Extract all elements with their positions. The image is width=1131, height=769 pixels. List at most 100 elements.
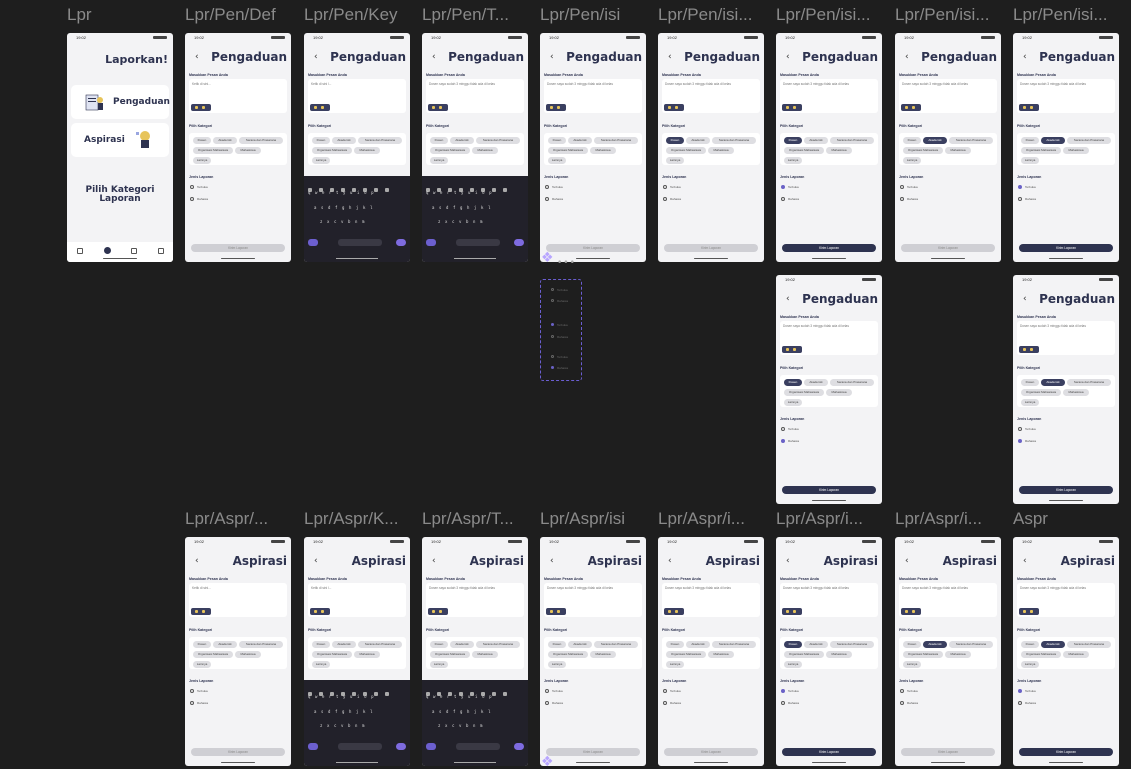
attachment-icon[interactable] bbox=[1019, 104, 1039, 111]
category-chip[interactable]: Mahasiswa bbox=[235, 651, 261, 658]
back-arrow-icon[interactable]: ‹ bbox=[314, 52, 318, 62]
attachment-icon[interactable] bbox=[191, 104, 211, 111]
category-chip[interactable]: Mahasiswa bbox=[472, 651, 498, 658]
category-chip[interactable]: Akademik bbox=[332, 641, 356, 648]
attachment-icon[interactable] bbox=[191, 608, 211, 615]
category-chip[interactable]: Organisasi Mahasiswa bbox=[430, 651, 470, 658]
category-chip[interactable]: Dosen bbox=[193, 641, 211, 648]
category-chip[interactable]: Sarana dan Prasarana bbox=[239, 641, 283, 648]
message-input[interactable]: Dosen saya sudah 3 minggu tidak ada di k… bbox=[1017, 583, 1115, 617]
message-input[interactable]: Dosen saya sudah 3 minggu tidak ada di k… bbox=[899, 583, 997, 617]
category-chip[interactable]: Dosen bbox=[903, 137, 921, 144]
category-chip[interactable]: Dosen bbox=[312, 641, 330, 648]
radio-rahasia[interactable] bbox=[1018, 197, 1022, 201]
category-chip[interactable]: Organisasi Mahasiswa bbox=[1021, 389, 1061, 396]
category-chip[interactable]: Dosen bbox=[903, 641, 921, 648]
attachment-icon[interactable] bbox=[782, 104, 802, 111]
category-chip[interactable]: Sarana dan Prasarana bbox=[476, 641, 520, 648]
category-chip[interactable]: Organisasi Mahasiswa bbox=[312, 147, 352, 154]
radio-rahasia[interactable] bbox=[1018, 701, 1022, 705]
key-row[interactable]: qwertyuiop bbox=[426, 694, 524, 701]
category-chip[interactable]: Lainnya bbox=[784, 157, 802, 164]
category-chip[interactable]: Lainnya bbox=[430, 661, 448, 668]
category-chip[interactable]: Dosen bbox=[1021, 641, 1039, 648]
message-input[interactable]: Ketik di sini l... bbox=[308, 583, 406, 617]
category-chip[interactable]: Akademik bbox=[686, 137, 710, 144]
attachment-icon[interactable] bbox=[1019, 608, 1039, 615]
category-chip[interactable]: Sarana dan Prasarana bbox=[239, 137, 283, 144]
back-arrow-icon[interactable]: ‹ bbox=[905, 52, 909, 62]
category-chip[interactable]: Lainnya bbox=[784, 399, 802, 406]
category-chip[interactable]: Akademik bbox=[213, 641, 237, 648]
profile-nav-icon[interactable] bbox=[158, 248, 164, 254]
category-chip[interactable]: Organisasi Mahasiswa bbox=[666, 147, 706, 154]
category-chip[interactable]: Dosen bbox=[784, 137, 802, 144]
attachment-icon[interactable] bbox=[546, 104, 566, 111]
radio-rahasia[interactable] bbox=[781, 197, 785, 201]
category-chip[interactable]: Lainnya bbox=[430, 157, 448, 164]
submit-button[interactable]: Kirim Laporan bbox=[191, 748, 285, 756]
key-row[interactable]: asdfghjkl bbox=[314, 709, 410, 716]
mode-key[interactable] bbox=[308, 239, 318, 246]
back-arrow-icon[interactable]: ‹ bbox=[550, 556, 554, 566]
category-chip[interactable]: Mahasiswa bbox=[354, 147, 380, 154]
category-chip[interactable]: Mahasiswa bbox=[945, 147, 971, 154]
key-row[interactable]: qwertyuiop bbox=[308, 694, 406, 701]
key-row[interactable]: zxcvbnm bbox=[320, 723, 410, 730]
enter-key[interactable] bbox=[396, 239, 406, 246]
enter-key[interactable] bbox=[514, 743, 524, 750]
category-chip[interactable]: Mahasiswa bbox=[826, 147, 852, 154]
radio-rahasia[interactable] bbox=[190, 197, 194, 201]
key-row[interactable]: asdfghjkl bbox=[432, 709, 528, 716]
category-chip[interactable]: Lainnya bbox=[1021, 661, 1039, 668]
category-chip[interactable]: Akademik bbox=[804, 379, 828, 386]
category-chip[interactable]: Akademik bbox=[804, 641, 828, 648]
radio-terbuka[interactable] bbox=[900, 689, 904, 693]
back-arrow-icon[interactable]: ‹ bbox=[432, 556, 436, 566]
category-chip[interactable]: Dosen bbox=[1021, 379, 1039, 386]
attachment-icon[interactable] bbox=[664, 104, 684, 111]
category-chip[interactable]: Akademik bbox=[332, 137, 356, 144]
attachment-icon[interactable] bbox=[782, 608, 802, 615]
submit-button[interactable]: Kirim Laporan bbox=[664, 748, 758, 756]
message-input[interactable]: Dosen saya sudah 3 minggu tidak ada di k… bbox=[426, 583, 524, 617]
back-arrow-icon[interactable]: ‹ bbox=[786, 294, 790, 304]
category-chip[interactable]: Lainnya bbox=[548, 157, 566, 164]
category-chip[interactable]: Akademik bbox=[1041, 137, 1065, 144]
category-chip[interactable]: Organisasi Mahasiswa bbox=[784, 651, 824, 658]
radio-rahasia[interactable] bbox=[900, 197, 904, 201]
message-input[interactable]: Dosen saya sudah 3 minggu tidak ada di k… bbox=[544, 79, 642, 113]
category-chip[interactable]: Lainnya bbox=[312, 661, 330, 668]
category-chip[interactable]: Dosen bbox=[1021, 137, 1039, 144]
category-chip[interactable]: Lainnya bbox=[193, 157, 211, 164]
category-chip[interactable]: Mahasiswa bbox=[826, 389, 852, 396]
submit-button[interactable]: Kirim Laporan bbox=[782, 748, 876, 756]
radio-terbuka[interactable] bbox=[1018, 689, 1022, 693]
radio-rahasia[interactable] bbox=[781, 439, 785, 443]
category-chip[interactable]: Lainnya bbox=[666, 661, 684, 668]
category-chip[interactable]: Dosen bbox=[784, 641, 802, 648]
radio-rahasia[interactable] bbox=[663, 197, 667, 201]
category-chip[interactable]: Akademik bbox=[450, 137, 474, 144]
category-chip[interactable]: Organisasi Mahasiswa bbox=[193, 651, 233, 658]
category-chip[interactable]: Lainnya bbox=[903, 661, 921, 668]
category-chip[interactable]: Mahasiswa bbox=[708, 651, 734, 658]
category-chip[interactable]: Organisasi Mahasiswa bbox=[548, 147, 588, 154]
category-chip[interactable]: Lainnya bbox=[1021, 399, 1039, 406]
radio-terbuka[interactable] bbox=[900, 185, 904, 189]
category-chip[interactable]: Organisasi Mahasiswa bbox=[1021, 651, 1061, 658]
pengaduan-card[interactable]: Pengaduan bbox=[71, 85, 170, 119]
message-input[interactable]: Dosen saya sudah 3 minggu tidak ada di k… bbox=[780, 79, 878, 113]
back-arrow-icon[interactable]: ‹ bbox=[195, 52, 199, 62]
submit-button[interactable]: Kirim Laporan bbox=[1019, 486, 1113, 494]
category-chip[interactable]: Lainnya bbox=[312, 157, 330, 164]
category-chip[interactable]: Lainnya bbox=[1021, 157, 1039, 164]
back-arrow-icon[interactable]: ‹ bbox=[1023, 294, 1027, 304]
message-input[interactable]: Ketik di sini l... bbox=[308, 79, 406, 113]
category-chip[interactable]: Sarana dan Prasarana bbox=[476, 137, 520, 144]
category-chip[interactable]: Sarana dan Prasarana bbox=[712, 641, 756, 648]
category-chip[interactable]: Sarana dan Prasarana bbox=[358, 137, 402, 144]
key-row[interactable]: asdfghjkl bbox=[432, 205, 528, 212]
message-input[interactable]: Ketik di sini... bbox=[189, 79, 287, 113]
submit-button[interactable]: Kirim Laporan bbox=[782, 486, 876, 494]
